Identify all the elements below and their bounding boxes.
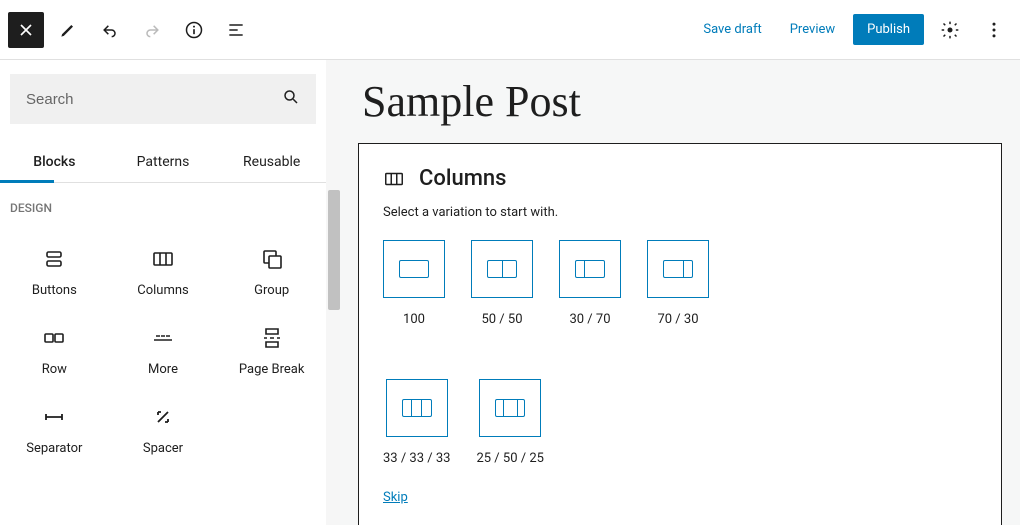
toolbar-left: [8, 12, 254, 48]
block-item-columns[interactable]: Columns: [109, 233, 218, 312]
block-item-label: Group: [254, 283, 289, 298]
variation-label: 100: [403, 312, 425, 327]
variation-label: 70 / 30: [657, 312, 698, 327]
search-icon: [282, 88, 300, 110]
page-break-icon: [260, 326, 284, 350]
block-item-buttons[interactable]: Buttons: [0, 233, 109, 312]
block-item-label: More: [148, 362, 178, 377]
outline-icon[interactable]: [218, 12, 254, 48]
editor-canvas: Sample Post Columns Select a variation t…: [340, 60, 1020, 525]
group-icon: [260, 247, 284, 271]
block-item-label: Page Break: [239, 362, 305, 377]
block-grid: Buttons Columns Group Row More: [0, 223, 326, 480]
variation-label: 30 / 70: [569, 312, 610, 327]
save-draft-button[interactable]: Save draft: [693, 16, 771, 43]
redo-button[interactable]: [134, 12, 170, 48]
publish-button[interactable]: Publish: [853, 14, 924, 45]
block-item-separator[interactable]: Separator: [0, 391, 109, 470]
block-item-spacer[interactable]: Spacer: [109, 391, 218, 470]
block-item-page-break[interactable]: Page Break: [217, 312, 326, 391]
preview-button[interactable]: Preview: [780, 16, 845, 43]
variation-100[interactable]: 100: [383, 240, 445, 327]
row-icon: [42, 326, 66, 350]
block-item-group[interactable]: Group: [217, 233, 326, 312]
columns-block-placeholder: Columns Select a variation to start with…: [358, 143, 1002, 525]
block-item-row[interactable]: Row: [0, 312, 109, 391]
toolbar-right: Save draft Preview Publish: [693, 12, 1012, 48]
block-item-label: Columns: [137, 283, 189, 298]
variation-50-50[interactable]: 50 / 50: [471, 240, 533, 327]
tab-blocks[interactable]: Blocks: [0, 142, 109, 182]
post-title[interactable]: Sample Post: [362, 76, 1002, 127]
sidebar-scrollbar[interactable]: [326, 60, 340, 525]
columns-block-header: Columns: [383, 166, 977, 191]
variation-33-33-33[interactable]: 33 / 33 / 33: [383, 379, 450, 466]
block-item-label: Separator: [26, 441, 82, 456]
variation-25-50-25[interactable]: 25 / 50 / 25: [476, 379, 543, 466]
separator-icon: [42, 405, 66, 429]
info-icon[interactable]: [176, 12, 212, 48]
spacer-icon: [151, 405, 175, 429]
undo-button[interactable]: [92, 12, 128, 48]
variation-label: 33 / 33 / 33: [383, 451, 450, 466]
column-variations: 100 50 / 50 30 / 70 70 / 30 33 / 33: [383, 240, 977, 466]
variation-label: 25 / 50 / 25: [476, 451, 543, 466]
skip-link[interactable]: Skip: [383, 490, 408, 505]
variation-label: 50 / 50: [481, 312, 522, 327]
block-item-label: Spacer: [143, 441, 183, 456]
settings-icon[interactable]: [932, 12, 968, 48]
columns-icon: [151, 247, 175, 271]
columns-block-description: Select a variation to start with.: [383, 205, 977, 220]
more-menu-icon[interactable]: [976, 12, 1012, 48]
block-item-label: Buttons: [32, 283, 77, 298]
search-input-wrapper: [10, 74, 316, 124]
variation-30-70[interactable]: 30 / 70: [559, 240, 621, 327]
block-item-more[interactable]: More: [109, 312, 218, 391]
edit-icon[interactable]: [50, 12, 86, 48]
tab-patterns[interactable]: Patterns: [109, 142, 218, 182]
variation-70-30[interactable]: 70 / 30: [647, 240, 709, 327]
more-icon: [151, 326, 175, 350]
close-inserter-button[interactable]: [8, 12, 44, 48]
block-item-label: Row: [42, 362, 67, 377]
inserter-tabs: Blocks Patterns Reusable: [0, 142, 326, 183]
buttons-icon: [42, 247, 66, 271]
tab-reusable[interactable]: Reusable: [217, 142, 326, 182]
section-title-design: Design: [0, 183, 326, 223]
search-input[interactable]: [26, 91, 282, 108]
editor-toolbar: Save draft Preview Publish: [0, 0, 1020, 60]
block-inserter-sidebar: Blocks Patterns Reusable Design Buttons …: [0, 60, 340, 525]
columns-icon: [383, 168, 405, 190]
columns-block-title: Columns: [419, 166, 506, 191]
